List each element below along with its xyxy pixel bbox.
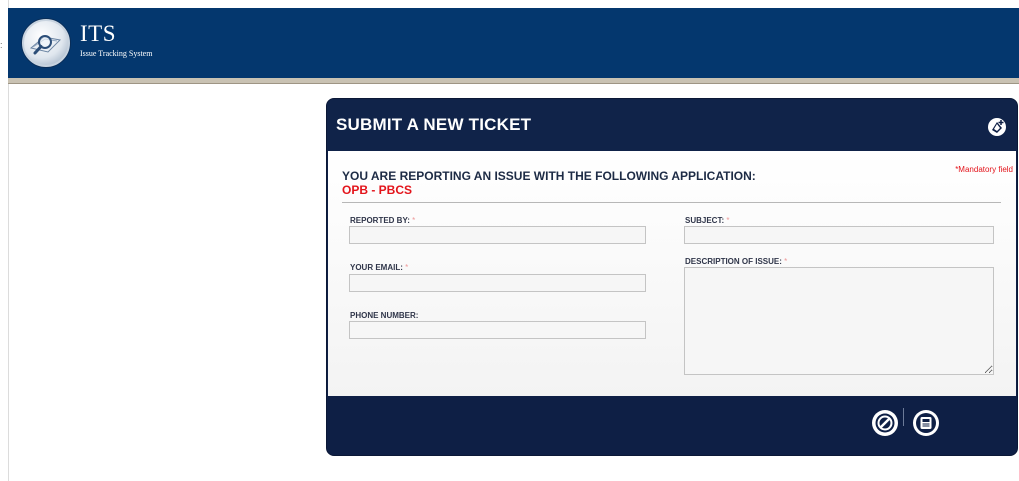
cancel-button[interactable] — [872, 410, 898, 436]
submit-ticket-panel: SUBMIT A NEW TICKET YOU ARE REPORTING AN… — [326, 98, 1018, 456]
required-marker: * — [726, 216, 730, 225]
cancel-icon — [872, 410, 898, 436]
reported-by-label-text: REPORTED BY: — [350, 216, 410, 225]
subject-label-text: SUBJECT: — [685, 216, 725, 225]
ticket-form: YOU ARE REPORTING AN ISSUE WITH THE FOLL… — [328, 151, 1016, 396]
phone-label: PHONE NUMBER: — [350, 311, 418, 320]
subject-input[interactable] — [684, 226, 994, 244]
section-divider — [342, 202, 1001, 203]
subject-label: SUBJECT: * — [685, 216, 729, 225]
footer-separator — [903, 408, 904, 426]
app-header: ITS Issue Tracking System — [8, 8, 1019, 78]
reported-by-input[interactable] — [349, 226, 646, 244]
required-marker: * — [412, 216, 416, 225]
header-rule — [8, 78, 1019, 84]
save-icon — [913, 410, 939, 436]
application-name: OPB - PBCS — [342, 183, 413, 197]
phone-input[interactable] — [349, 321, 646, 339]
panel-header: SUBMIT A NEW TICKET — [327, 99, 1017, 151]
email-input[interactable] — [349, 274, 646, 292]
application-label: YOU ARE REPORTING AN ISSUE WITH THE FOLL… — [342, 169, 756, 183]
edge-marker: : — [0, 40, 3, 50]
required-marker: * — [405, 263, 409, 272]
panel-footer — [327, 396, 1017, 455]
new-ticket-icon — [987, 117, 1007, 137]
email-label-text: YOUR EMAIL: — [350, 263, 403, 272]
app-title: ITS — [80, 21, 116, 46]
description-textarea[interactable] — [684, 267, 994, 375]
app-subtitle: Issue Tracking System — [80, 49, 153, 58]
panel-title: SUBMIT A NEW TICKET — [336, 115, 532, 134]
description-label: DESCRIPTION OF ISSUE: * — [685, 257, 787, 266]
mandatory-note: *Mandatory field — [955, 165, 1013, 174]
required-marker: * — [784, 257, 788, 266]
phone-label-text: PHONE NUMBER: — [350, 311, 419, 320]
description-label-text: DESCRIPTION OF ISSUE: — [685, 257, 782, 266]
reported-by-label: REPORTED BY: * — [350, 216, 415, 225]
save-button[interactable] — [913, 410, 939, 436]
email-label: YOUR EMAIL: * — [350, 263, 408, 272]
magnifier-document-logo — [22, 19, 70, 67]
